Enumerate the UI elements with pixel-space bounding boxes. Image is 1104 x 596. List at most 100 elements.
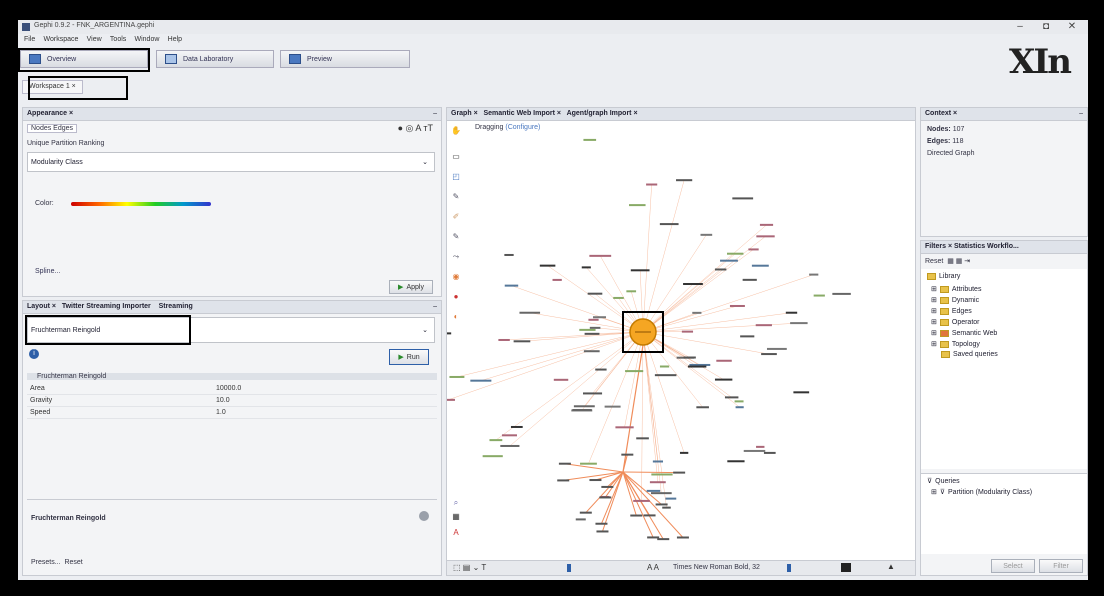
graph-node[interactable] bbox=[510, 425, 523, 428]
graph-node[interactable] bbox=[676, 179, 693, 182]
graph-node[interactable] bbox=[720, 259, 738, 262]
minimize-panel-icon[interactable]: – bbox=[433, 108, 437, 120]
graph-node[interactable] bbox=[626, 290, 637, 293]
graph-node[interactable] bbox=[793, 391, 810, 394]
menu-window[interactable]: Window bbox=[135, 36, 160, 43]
tab-layout[interactable]: Layout bbox=[27, 303, 50, 310]
tab-agent-graph-import[interactable]: Agent/graph Import bbox=[567, 110, 632, 117]
graph-node[interactable] bbox=[552, 278, 562, 281]
graph-node[interactable] bbox=[580, 462, 597, 465]
menu-help[interactable]: Help bbox=[168, 36, 182, 43]
graph-node[interactable] bbox=[582, 392, 603, 395]
graph-node[interactable] bbox=[742, 278, 757, 281]
graph-node[interactable] bbox=[482, 455, 503, 458]
graph-node[interactable] bbox=[761, 353, 777, 356]
tree-item-dynamic[interactable]: ⊞ Dynamic bbox=[931, 296, 979, 304]
menu-tools[interactable]: Tools bbox=[110, 36, 126, 43]
graph-node[interactable] bbox=[589, 479, 602, 482]
graph-node[interactable] bbox=[504, 284, 519, 287]
graph-node[interactable] bbox=[643, 514, 656, 517]
graph-node[interactable] bbox=[756, 235, 775, 238]
graph-node[interactable] bbox=[599, 496, 612, 499]
graph-node[interactable] bbox=[740, 335, 755, 338]
nodes-edges-tabs[interactable]: Nodes Edges bbox=[27, 124, 78, 133]
graph-node[interactable] bbox=[513, 340, 531, 343]
graph-node[interactable] bbox=[724, 396, 739, 399]
graph-node[interactable] bbox=[500, 444, 520, 447]
reset-button[interactable]: Reset bbox=[925, 258, 943, 265]
graph-node[interactable] bbox=[692, 311, 702, 314]
tree-item-attributes[interactable]: ⊞ Attributes bbox=[931, 285, 981, 293]
graph-node[interactable] bbox=[589, 326, 601, 329]
graph-node[interactable] bbox=[676, 536, 689, 539]
graph-node[interactable] bbox=[748, 248, 759, 251]
tree-item-topology[interactable]: ⊞ Topology bbox=[931, 340, 980, 348]
minimize-panel-icon[interactable]: – bbox=[1079, 108, 1083, 120]
graph-node[interactable] bbox=[751, 264, 769, 267]
close-button[interactable]: ✕ bbox=[1062, 21, 1082, 32]
graph-node[interactable] bbox=[673, 471, 686, 474]
spline-link[interactable]: Spline... bbox=[35, 268, 60, 275]
minimize-panel-icon[interactable]: – bbox=[433, 301, 437, 313]
graph-node[interactable] bbox=[785, 311, 798, 314]
graph-node[interactable] bbox=[589, 254, 612, 257]
graph-node[interactable] bbox=[593, 316, 607, 319]
graph-node[interactable] bbox=[630, 269, 650, 272]
minimize-button[interactable]: – bbox=[1010, 21, 1030, 32]
graph-node[interactable] bbox=[683, 283, 703, 286]
graph-node[interactable] bbox=[583, 138, 597, 141]
graph-node[interactable] bbox=[498, 338, 510, 341]
graph-node[interactable] bbox=[734, 400, 744, 403]
graph-node[interactable] bbox=[470, 379, 492, 382]
tab-twitter-streaming[interactable]: Twitter Streaming Importer bbox=[62, 303, 151, 310]
graph-node[interactable] bbox=[687, 365, 707, 368]
graph-node[interactable] bbox=[809, 273, 819, 276]
prop-value[interactable]: 10.0 bbox=[213, 394, 437, 407]
tree-item-queries[interactable]: ⊽ Queries bbox=[927, 477, 960, 486]
graph-node[interactable] bbox=[504, 253, 514, 256]
graph-node[interactable] bbox=[557, 479, 570, 482]
tree-item-library[interactable]: Library bbox=[927, 273, 960, 280]
graph-node[interactable] bbox=[652, 460, 664, 463]
menu-file[interactable]: File bbox=[24, 36, 35, 43]
graph-node[interactable] bbox=[553, 378, 569, 381]
graph-node[interactable] bbox=[636, 437, 649, 440]
graph-node[interactable] bbox=[659, 365, 670, 368]
attribute-select[interactable]: Modularity Class ⌄ bbox=[27, 152, 435, 172]
graph-node[interactable] bbox=[763, 451, 776, 454]
graph-node[interactable] bbox=[665, 497, 677, 500]
table-row[interactable]: Area 10000.0 bbox=[27, 383, 437, 395]
prop-value[interactable]: 1.0 bbox=[213, 406, 437, 419]
graph-node[interactable] bbox=[558, 462, 571, 465]
graph-node[interactable] bbox=[659, 223, 679, 226]
graph-node[interactable] bbox=[649, 481, 666, 484]
preview-button[interactable]: Preview bbox=[280, 50, 410, 68]
graph-node[interactable] bbox=[681, 330, 694, 333]
graph-node[interactable] bbox=[654, 374, 677, 377]
graph-node[interactable] bbox=[790, 322, 808, 325]
graph-node[interactable] bbox=[679, 451, 689, 454]
run-button[interactable]: ▶ Run bbox=[389, 349, 429, 365]
info-icon[interactable]: i bbox=[29, 349, 39, 359]
graph-node[interactable] bbox=[727, 460, 745, 463]
filters-header[interactable]: Filters × Statistics Workflo... bbox=[921, 241, 1087, 254]
menu-workspace[interactable]: Workspace bbox=[44, 36, 79, 43]
graph-node[interactable] bbox=[683, 356, 696, 359]
filter-button[interactable]: Filter bbox=[1039, 559, 1083, 573]
tree-item-operator[interactable]: ⊞ Operator bbox=[931, 318, 980, 326]
graph-node[interactable] bbox=[832, 292, 851, 295]
graph-node[interactable] bbox=[579, 511, 592, 514]
filter-tool-icons[interactable]: ▦ ▦ ⇥ bbox=[947, 258, 970, 265]
help-icon[interactable] bbox=[419, 511, 429, 521]
graph-node[interactable] bbox=[621, 453, 634, 456]
background-color-icon[interactable] bbox=[841, 563, 851, 572]
data-laboratory-button[interactable]: Data Laboratory bbox=[156, 50, 274, 68]
graph-node[interactable] bbox=[714, 268, 727, 271]
reset-link[interactable]: Reset bbox=[64, 559, 82, 566]
graph-node[interactable] bbox=[629, 204, 646, 207]
graph-node[interactable] bbox=[581, 266, 591, 269]
graph-canvas[interactable] bbox=[447, 132, 917, 562]
graph-node[interactable] bbox=[727, 252, 744, 255]
graph-node[interactable] bbox=[759, 223, 774, 226]
graph-node[interactable] bbox=[613, 296, 624, 299]
